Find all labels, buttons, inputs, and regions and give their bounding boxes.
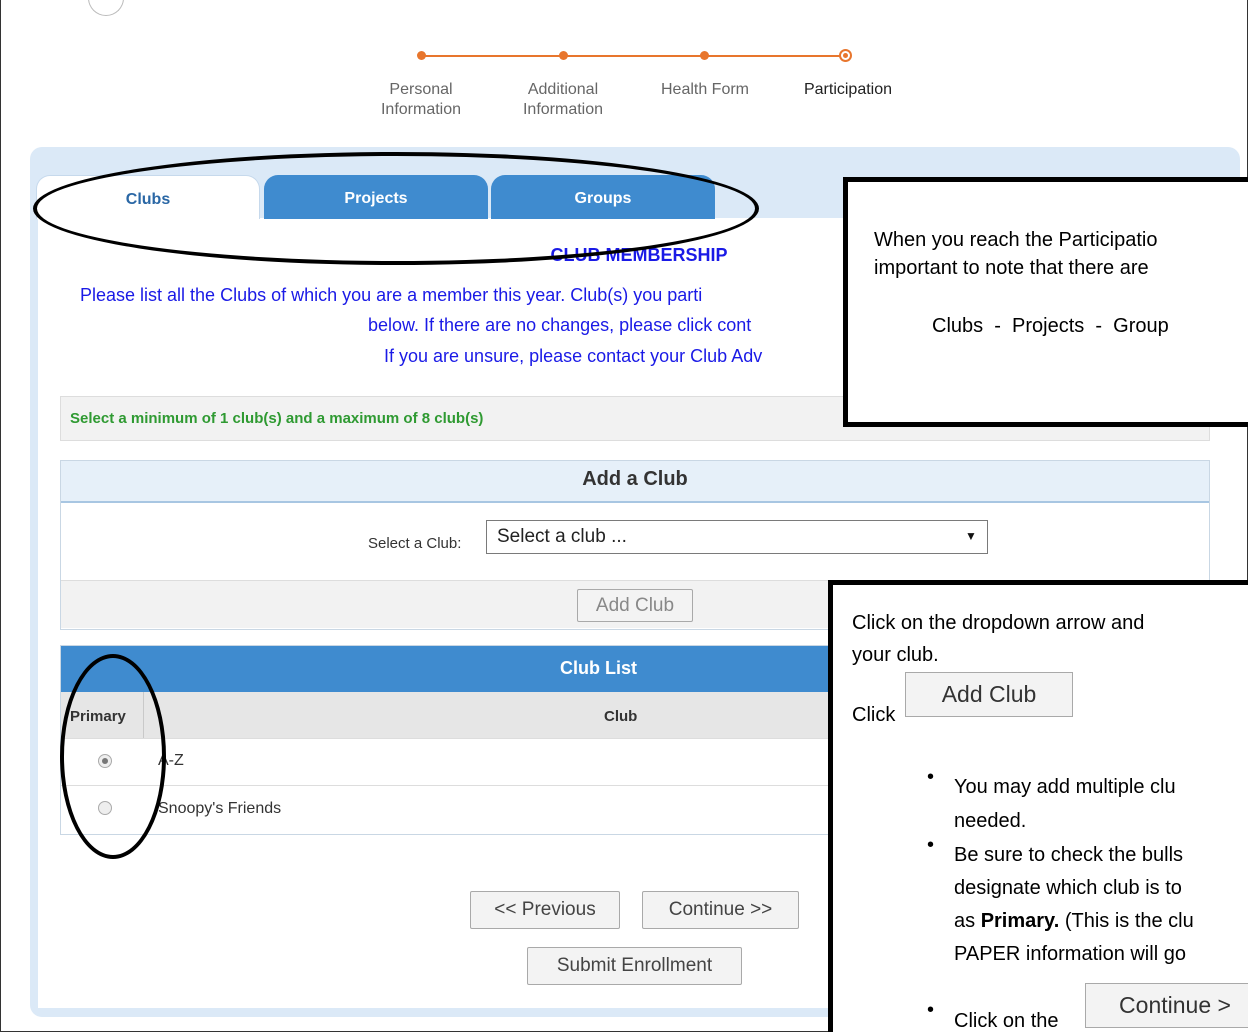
callout-click-label: Click: [852, 704, 896, 726]
step-participation[interactable]: Participation: [783, 80, 913, 100]
callout-tabs-line1: When you reach the Participatio: [874, 229, 1158, 251]
step-dot-health: [700, 51, 709, 60]
callout-bullet2-c-pre: as: [954, 910, 981, 932]
continue-button[interactable]: Continue >>: [642, 891, 799, 929]
callout-add-club-button: Add Club: [905, 672, 1073, 717]
club-list-title: Club List: [560, 658, 637, 678]
step-dot-additional: [559, 51, 568, 60]
add-club-title: Add a Club: [582, 468, 688, 490]
step-dot-participation: [839, 49, 852, 62]
chevron-down-icon[interactable]: ▼: [965, 529, 977, 543]
primary-highlight-ellipse: [60, 654, 166, 859]
bullet-icon: •: [927, 834, 935, 856]
callout-bullet2-b: designate which club is to: [954, 877, 1182, 899]
add-club-button[interactable]: Add Club: [577, 589, 693, 622]
enrollment-screen: Personal Information Additional Informat…: [0, 0, 1248, 1032]
step-personal[interactable]: Personal Information: [360, 80, 482, 120]
callout-tabs-note: When you reach the Participatio importan…: [843, 177, 1248, 427]
membership-instruction-line1: Please list all the Clubs of which you a…: [80, 285, 703, 305]
bullet-icon: •: [927, 766, 935, 788]
bullet-icon: •: [927, 999, 935, 1021]
column-club: Club: [604, 708, 638, 725]
callout-instr-line2: your club.: [852, 644, 939, 666]
callout-bullet2-a: Be sure to check the bulls: [954, 844, 1184, 866]
step-dot-personal: [417, 51, 426, 60]
callout-bullet1-b: needed.: [954, 810, 1027, 832]
callout-bullet2-d: PAPER information will go: [954, 943, 1186, 965]
callout-bullet3: Click on the: [954, 1010, 1059, 1032]
callout-tabs-line2: important to note that there are: [874, 257, 1149, 279]
club-name-snoopys-friends: Snoopy's Friends: [158, 800, 282, 817]
notice-text: Select a minimum of 1 club(s) and a maxi…: [70, 410, 484, 427]
membership-instruction-line2: below. If there are no changes, please c…: [368, 315, 752, 335]
previous-button[interactable]: << Previous: [470, 891, 620, 929]
callout-instr-line1: Click on the dropdown arrow and: [852, 612, 1145, 634]
callout-bullet2-c-bold: Primary.: [980, 910, 1060, 932]
callout-instructions: Click on the dropdown arrow and your clu…: [828, 580, 1248, 1032]
club-select-value: Select a club ...: [497, 526, 627, 547]
callout-continue-button: Continue >: [1085, 983, 1248, 1028]
callout-bullet2-c: as Primary. (This is the clu: [954, 907, 1194, 935]
step-additional-line1: Additional: [527, 81, 599, 98]
select-club-label: Select a Club:: [368, 535, 462, 552]
step-personal-line2: Information: [380, 101, 462, 118]
step-additional[interactable]: Additional Information: [502, 80, 624, 120]
membership-instruction-line3: If you are unsure, please contact your C…: [384, 346, 763, 366]
submit-enrollment-button[interactable]: Submit Enrollment: [527, 947, 742, 985]
tabs-highlight-ellipse: [33, 152, 759, 265]
callout-tabs-list: Clubs - Projects - Group: [932, 315, 1169, 337]
step-additional-line2: Information: [522, 101, 604, 118]
step-health[interactable]: Health Form: [644, 80, 766, 100]
step-personal-line1: Personal: [389, 81, 453, 98]
callout-bullet1-a: You may add multiple clu: [954, 776, 1176, 798]
progress-line: [421, 55, 846, 57]
callout-bullet2-c-post: (This is the clu: [1059, 910, 1194, 932]
